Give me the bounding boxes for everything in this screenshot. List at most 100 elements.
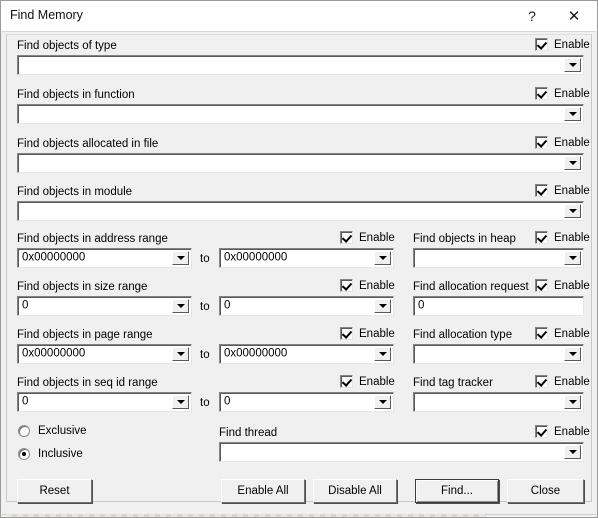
enable-label: Enable bbox=[359, 231, 395, 244]
input-value: 0 bbox=[418, 299, 425, 312]
enable-label: Enable bbox=[359, 327, 395, 340]
chevron-down-icon[interactable] bbox=[374, 395, 391, 409]
radio-inclusive[interactable]: Inclusive bbox=[18, 448, 83, 460]
radio-label-exclusive: Exclusive bbox=[38, 425, 87, 437]
enable-checkbox-size-range[interactable]: Enable bbox=[340, 279, 395, 292]
enable-label: Enable bbox=[554, 87, 590, 100]
combo-page-range-to[interactable]: 0x00000000 bbox=[219, 344, 394, 364]
label-find-objects-in-module: Find objects in module bbox=[17, 186, 133, 198]
combo-size-range-to[interactable]: 0 bbox=[219, 296, 394, 316]
label-find-allocation-request: Find allocation request bbox=[413, 281, 529, 293]
combo-value: 0 bbox=[22, 395, 29, 408]
radio-dot bbox=[18, 448, 30, 460]
enable-checkbox-allocation-request[interactable]: Enable bbox=[535, 279, 590, 292]
enable-checkbox-module[interactable]: Enable bbox=[535, 184, 590, 197]
find-button[interactable]: Find... bbox=[415, 479, 499, 503]
label-find-tag-tracker: Find tag tracker bbox=[413, 377, 493, 389]
chevron-down-icon[interactable] bbox=[564, 395, 581, 409]
label-find-objects-in-page-range: Find objects in page range bbox=[17, 329, 153, 341]
enable-checkbox-file[interactable]: Enable bbox=[535, 136, 590, 149]
close-button[interactable]: Close bbox=[507, 479, 584, 503]
checkbox-box bbox=[535, 279, 548, 292]
chevron-down-icon[interactable] bbox=[374, 299, 391, 313]
combo-value: 0x00000000 bbox=[22, 251, 86, 264]
to-label-page-range: to bbox=[200, 349, 210, 361]
chevron-down-icon[interactable] bbox=[374, 347, 391, 361]
label-find-objects-in-seq-id-range: Find objects in seq id range bbox=[17, 377, 158, 389]
combo-address-range-from[interactable]: 0x00000000 bbox=[17, 248, 192, 268]
title-bar: Find Memory ? ✕ bbox=[1, 1, 597, 31]
to-label-address-range: to bbox=[200, 253, 210, 265]
combo-find-objects-allocated-in-file[interactable] bbox=[17, 153, 584, 173]
enable-checkbox-heap[interactable]: Enable bbox=[535, 231, 590, 244]
chevron-down-icon[interactable] bbox=[172, 299, 189, 313]
reset-button[interactable]: Reset bbox=[17, 479, 92, 503]
label-find-thread: Find thread bbox=[219, 427, 278, 439]
enable-checkbox-tag-tracker[interactable]: Enable bbox=[535, 375, 590, 388]
enable-checkbox-address-range[interactable]: Enable bbox=[340, 231, 395, 244]
close-icon[interactable]: ✕ bbox=[555, 1, 593, 30]
checkbox-box bbox=[535, 375, 548, 388]
combo-find-tag-tracker[interactable] bbox=[413, 392, 584, 412]
combo-address-range-to[interactable]: 0x00000000 bbox=[219, 248, 394, 268]
checkbox-box bbox=[340, 327, 353, 340]
chevron-down-icon[interactable] bbox=[564, 347, 581, 361]
background-window-sliver bbox=[6, 514, 486, 517]
label-find-objects-in-size-range: Find objects in size range bbox=[17, 281, 148, 293]
checkbox-box bbox=[535, 231, 548, 244]
checkbox-box bbox=[535, 136, 548, 149]
combo-find-thread[interactable] bbox=[219, 442, 584, 462]
combo-find-objects-in-function[interactable] bbox=[17, 104, 584, 124]
chevron-down-icon[interactable] bbox=[564, 251, 581, 265]
to-label-seq-id-range: to bbox=[200, 397, 210, 409]
combo-find-objects-in-heap[interactable] bbox=[413, 248, 584, 268]
combo-size-range-from[interactable]: 0 bbox=[17, 296, 192, 316]
combo-find-allocation-type[interactable] bbox=[413, 344, 584, 364]
enable-checkbox-allocation-type[interactable]: Enable bbox=[535, 327, 590, 340]
checkbox-box bbox=[535, 425, 548, 438]
label-find-objects-in-heap: Find objects in heap bbox=[413, 233, 516, 245]
input-find-allocation-request[interactable]: 0 bbox=[413, 296, 584, 316]
combo-seq-id-range-to[interactable]: 0 bbox=[219, 392, 394, 412]
enable-all-button[interactable]: Enable All bbox=[221, 479, 305, 503]
enable-label: Enable bbox=[554, 425, 590, 438]
combo-value: 0 bbox=[224, 395, 231, 408]
chevron-down-icon[interactable] bbox=[564, 156, 581, 170]
combo-value: 0x00000000 bbox=[224, 251, 288, 264]
enable-label: Enable bbox=[554, 279, 590, 292]
enable-checkbox-seq-id-range[interactable]: Enable bbox=[340, 375, 395, 388]
combo-page-range-from[interactable]: 0x00000000 bbox=[17, 344, 192, 364]
enable-checkbox-page-range[interactable]: Enable bbox=[340, 327, 395, 340]
enable-checkbox-type[interactable]: Enable bbox=[535, 38, 590, 51]
disable-all-button[interactable]: Disable All bbox=[313, 479, 397, 503]
label-find-objects-allocated-in-file: Find objects allocated in file bbox=[17, 138, 159, 150]
label-find-objects-of-type: Find objects of type bbox=[17, 40, 117, 52]
chevron-down-icon[interactable] bbox=[374, 251, 391, 265]
checkbox-box bbox=[340, 375, 353, 388]
combo-find-objects-in-module[interactable] bbox=[17, 201, 584, 221]
enable-label: Enable bbox=[359, 279, 395, 292]
enable-checkbox-thread[interactable]: Enable bbox=[535, 425, 590, 438]
chevron-down-icon[interactable] bbox=[564, 58, 581, 72]
checkbox-box bbox=[535, 184, 548, 197]
radio-exclusive[interactable]: Exclusive bbox=[18, 425, 87, 437]
label-find-allocation-type: Find allocation type bbox=[413, 329, 513, 341]
checkbox-box bbox=[535, 87, 548, 100]
enable-label: Enable bbox=[359, 375, 395, 388]
chevron-down-icon[interactable] bbox=[172, 251, 189, 265]
enable-label: Enable bbox=[554, 136, 590, 149]
chevron-down-icon[interactable] bbox=[564, 107, 581, 121]
checkbox-box bbox=[340, 231, 353, 244]
chevron-down-icon[interactable] bbox=[172, 347, 189, 361]
combo-seq-id-range-from[interactable]: 0 bbox=[17, 392, 192, 412]
chevron-down-icon[interactable] bbox=[172, 395, 189, 409]
chevron-down-icon[interactable] bbox=[564, 445, 581, 459]
chevron-down-icon[interactable] bbox=[564, 204, 581, 218]
label-find-objects-in-address-range: Find objects in address range bbox=[17, 233, 168, 245]
enable-checkbox-function[interactable]: Enable bbox=[535, 87, 590, 100]
help-icon[interactable]: ? bbox=[513, 1, 551, 30]
combo-find-objects-of-type[interactable] bbox=[17, 55, 584, 75]
to-label-size-range: to bbox=[200, 301, 210, 313]
combo-value: 0x00000000 bbox=[224, 347, 288, 360]
window-title: Find Memory bbox=[10, 8, 83, 22]
